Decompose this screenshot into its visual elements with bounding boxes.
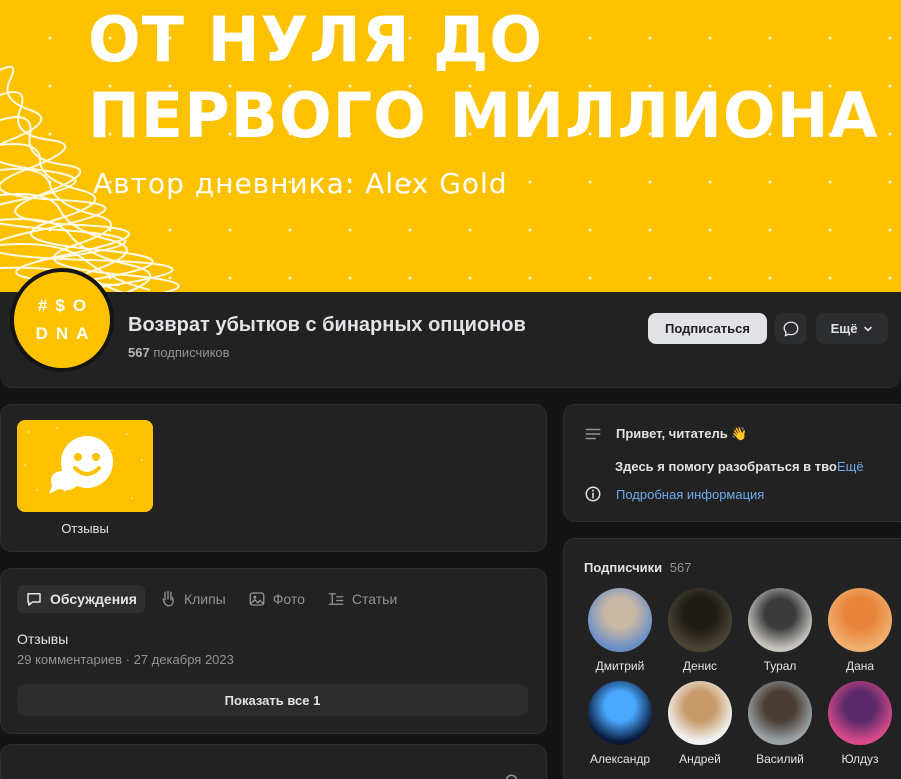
chevron-down-icon: [864, 326, 873, 332]
subscriber-name: Дмитрий: [595, 659, 645, 673]
subscriber-name: Юлдуз: [841, 752, 879, 766]
info-more-link[interactable]: Ещё: [837, 459, 864, 474]
message-button[interactable]: [775, 313, 807, 344]
info-details-row[interactable]: Подробная информация: [584, 485, 764, 503]
group-avatar-logo: #$O DNA: [14, 272, 110, 368]
content-tabs: Обсуждения Клипы Фото Статьи: [17, 585, 405, 613]
info-greeting: Привет, читатель 👋: [616, 426, 748, 441]
avatar: [588, 681, 652, 745]
subscriber-item[interactable]: Александр: [580, 681, 660, 766]
subscriber-item[interactable]: Юлдуз: [820, 681, 900, 766]
subscriber-name: Денис: [682, 659, 718, 673]
more-button[interactable]: Ещё: [816, 313, 888, 344]
subscribe-button[interactable]: Подписаться: [648, 313, 767, 344]
next-section-card: [0, 744, 547, 779]
subscriber-name: Андрей: [679, 752, 721, 766]
topic-title[interactable]: Отзывы: [17, 631, 68, 647]
clips-icon: [162, 590, 174, 607]
subscriber-item[interactable]: Денис: [660, 588, 740, 673]
avatar: [828, 681, 892, 745]
page-title: Возврат убытков с бинарных опционов: [128, 314, 526, 336]
subscriber-count[interactable]: 567 подписчиков: [128, 345, 230, 360]
subscriber-item[interactable]: Дана: [820, 588, 900, 673]
subscriber-name: Василий: [756, 752, 804, 766]
cover-subtitle: Автор дневника: Alex Gold: [93, 167, 508, 200]
reviews-album-card: Отзывы: [0, 404, 547, 552]
details-link[interactable]: Подробная информация: [616, 487, 764, 502]
search-icon[interactable]: [504, 773, 522, 779]
subscriber-name: Александр: [589, 752, 651, 766]
cover-banner: ОТ НУЛЯ ДО ПЕРВОГО МИЛЛИОНА Автор дневни…: [0, 0, 901, 300]
group-avatar[interactable]: #$O DNA: [10, 268, 114, 372]
topic-meta: 29 комментариев · 27 декабря 2023: [17, 652, 234, 667]
smiley-chat-icon: [24, 427, 143, 499]
reviews-album-label[interactable]: Отзывы: [17, 521, 153, 536]
subscriber-name: Дана: [845, 659, 875, 673]
subscriber-item[interactable]: Дмитрий: [580, 588, 660, 673]
subscriber-item[interactable]: Турал: [740, 588, 820, 673]
info-circle-icon: [585, 486, 601, 502]
avatar: [668, 588, 732, 652]
tab-articles[interactable]: Статьи: [319, 585, 405, 613]
discussions-card: Обсуждения Клипы Фото Статьи Отзывы 29 к…: [0, 568, 547, 734]
info-card: Привет, читатель 👋 Здесь я помогу разобр…: [563, 404, 901, 522]
tab-photo[interactable]: Фото: [240, 585, 313, 613]
message-bubble-icon: [783, 321, 799, 336]
subscribers-card: Подписчики 567 Дмитрий Денис Турал Дана Алек…: [563, 538, 901, 779]
chat-bubble-icon: [27, 593, 41, 606]
avatar: [668, 681, 732, 745]
avatar: [588, 588, 652, 652]
reviews-album-thumbnail[interactable]: [17, 420, 153, 512]
avatar: [828, 588, 892, 652]
articles-icon: [328, 593, 344, 605]
avatar: [748, 681, 812, 745]
subscriber-name: Турал: [763, 659, 797, 673]
avatar: [748, 588, 812, 652]
photo-icon: [249, 592, 265, 606]
tab-clips[interactable]: Клипы: [151, 585, 234, 613]
subscribers-header[interactable]: Подписчики 567: [584, 560, 691, 575]
info-description: Здесь я помогу разобраться в твоейЕщё: [615, 459, 864, 474]
subscriber-item[interactable]: Василий: [740, 681, 820, 766]
info-greeting-row: Привет, читатель 👋: [584, 425, 748, 443]
subscriber-item[interactable]: Андрей: [660, 681, 740, 766]
text-lines-icon: [585, 428, 601, 440]
tab-discussions[interactable]: Обсуждения: [17, 585, 145, 613]
show-all-button[interactable]: Показать все 1: [17, 684, 528, 716]
cover-title: ОТ НУЛЯ ДО ПЕРВОГО МИЛЛИОНА: [88, 3, 879, 152]
subscribers-grid: Дмитрий Денис Турал Дана Александр Андрей Васи…: [580, 588, 900, 766]
